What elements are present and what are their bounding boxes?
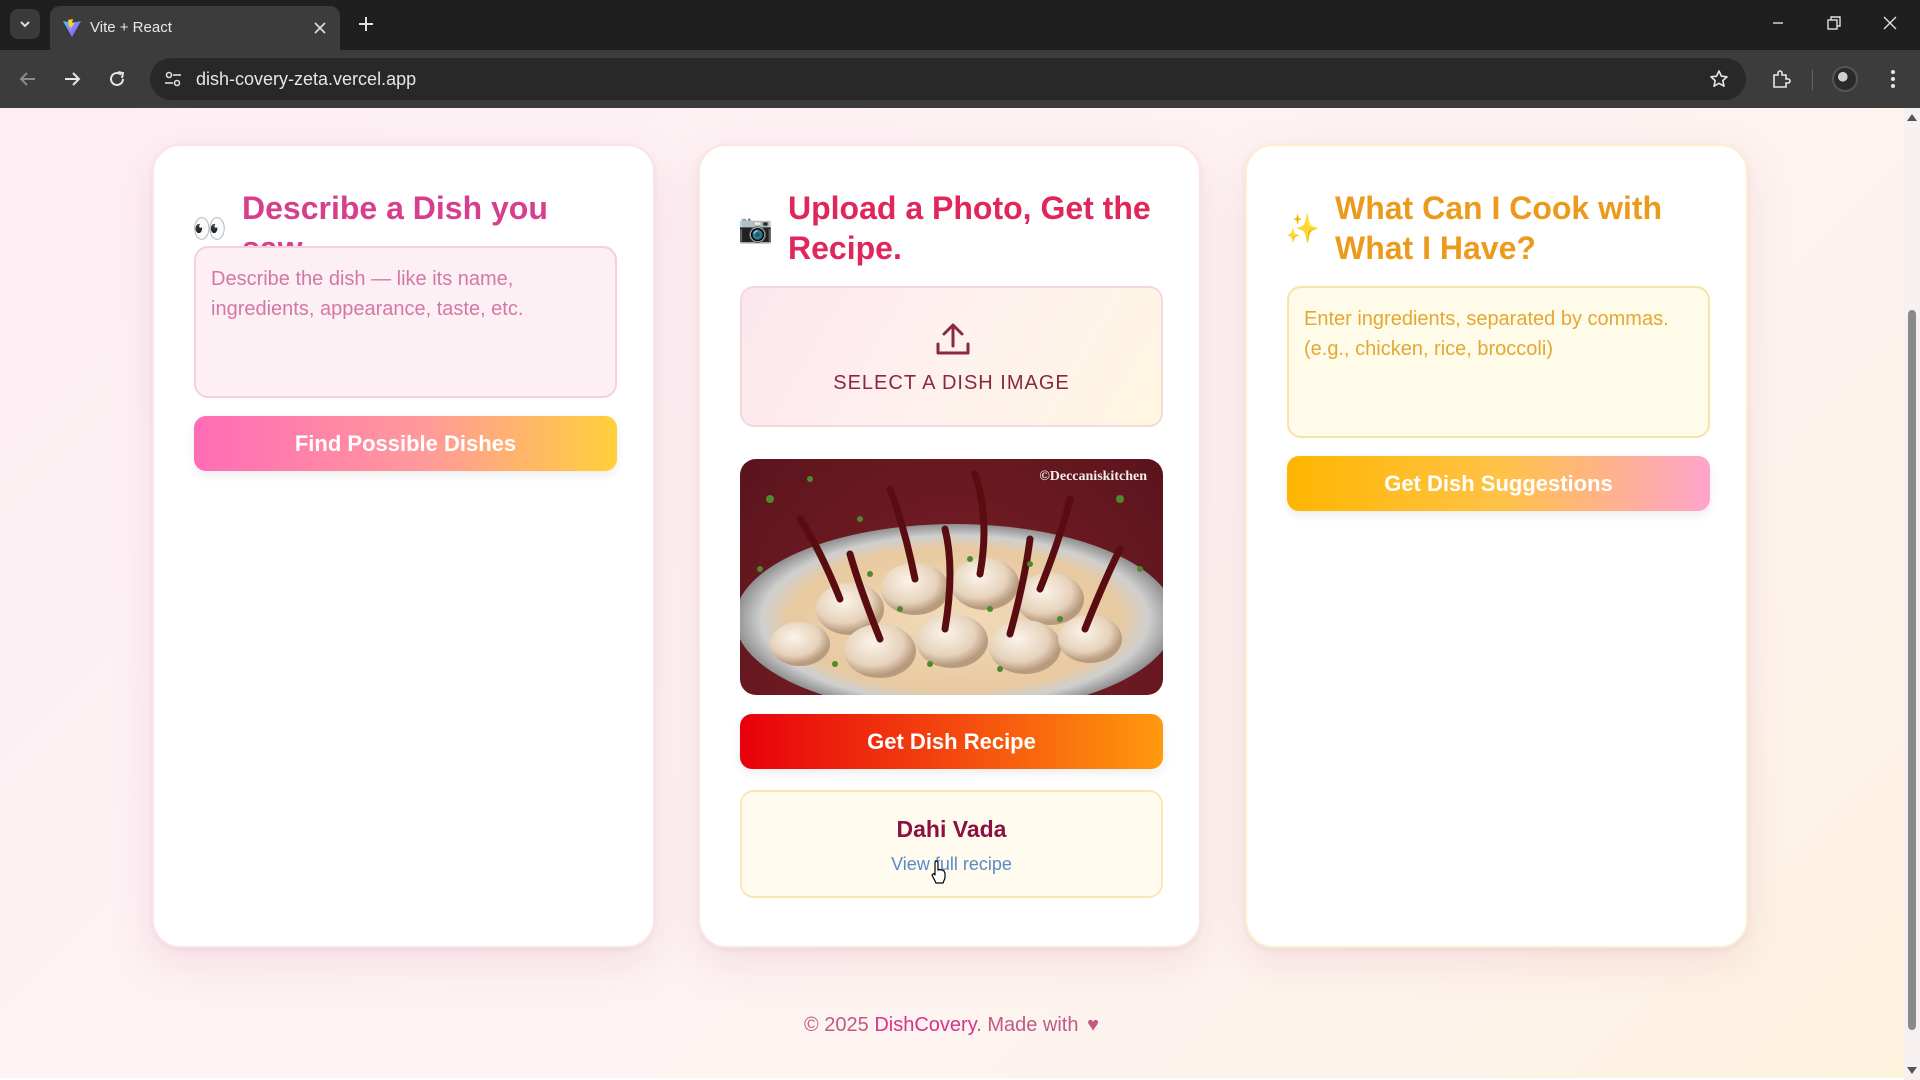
browser-tab[interactable]: Vite + React <box>50 6 340 50</box>
upload-photo-card: 📷 Upload a Photo, Get the Recipe. SELECT… <box>698 144 1201 948</box>
tab-search-button[interactable] <box>10 9 40 39</box>
close-tab-button[interactable] <box>308 16 332 40</box>
vite-favicon-icon <box>63 19 81 37</box>
scrollbar-thumb[interactable] <box>1908 310 1916 1030</box>
bookmark-star-icon <box>1710 70 1728 87</box>
forward-button[interactable] <box>56 63 88 95</box>
view-full-recipe-link[interactable]: View full recipe <box>742 854 1161 875</box>
close-icon <box>314 22 326 34</box>
site-info-icon <box>165 71 181 87</box>
select-dish-image-label: SELECT A DISH IMAGE <box>833 372 1070 394</box>
ingredients-card-title: What Can I Cook with What I Have? <box>1335 190 1663 266</box>
describe-dish-card: 👀 Describe a Dish you saw. Find Possible… <box>152 144 655 948</box>
close-icon <box>1883 16 1897 30</box>
browser-titlebar: Vite + React <box>0 0 1920 50</box>
heart-icon: ♥ <box>1087 1014 1099 1036</box>
ingredients-input[interactable] <box>1287 286 1710 438</box>
plus-icon <box>359 17 373 31</box>
get-dish-recipe-button[interactable]: Get Dish Recipe <box>740 714 1163 769</box>
browser-toolbar: dish-covery-zeta.vercel.app <box>0 50 1920 108</box>
close-window-button[interactable] <box>1870 8 1910 38</box>
get-dish-suggestions-button[interactable]: Get Dish Suggestions <box>1287 456 1710 511</box>
camera-icon: 📷 <box>738 212 773 244</box>
select-dish-image-dropzone[interactable]: SELECT A DISH IMAGE <box>740 286 1163 427</box>
reload-button[interactable] <box>101 63 133 95</box>
back-icon <box>19 72 35 86</box>
upload-card-title: Upload a Photo, Get the Recipe. <box>788 190 1151 266</box>
scroll-up-arrow-icon[interactable] <box>1907 114 1917 121</box>
bookmark-button[interactable] <box>1706 66 1732 92</box>
address-bar[interactable]: dish-covery-zeta.vercel.app <box>150 58 1746 100</box>
upload-card-header: 📷 Upload a Photo, Get the Recipe. <box>738 188 1169 268</box>
site-info-button[interactable] <box>160 66 186 92</box>
chevron-down-icon <box>20 21 30 28</box>
restore-button[interactable] <box>1814 8 1854 38</box>
scroll-down-arrow-icon[interactable] <box>1907 1067 1917 1074</box>
footer-copyright: © 2025 <box>803 1014 869 1036</box>
reload-icon <box>110 71 125 86</box>
result-dish-name: Dahi Vada <box>896 816 1007 842</box>
describe-dish-input[interactable] <box>194 246 617 398</box>
ingredients-card: ✨ What Can I Cook with What I Have? Get … <box>1245 144 1748 948</box>
find-possible-dishes-button[interactable]: Find Possible Dishes <box>194 416 617 471</box>
restore-icon <box>1827 16 1841 30</box>
page-scrollbar[interactable] <box>1904 108 1920 1080</box>
footer-made-with: . Made with <box>976 1014 1079 1036</box>
recipe-result-card: Dahi Vada View full recipe <box>740 790 1163 898</box>
sparkles-icon: ✨ <box>1285 212 1320 244</box>
extensions-icon <box>1773 70 1791 88</box>
page-viewport: 👀 Describe a Dish you saw. Find Possible… <box>0 108 1904 1078</box>
dahi-vada-photo <box>740 470 1163 695</box>
page-footer: © 2025 DishCovery. Made with ♥ <box>0 1014 1904 1037</box>
photo-watermark: ©Deccaniskitchen <box>1039 469 1147 484</box>
footer-brand: DishCovery <box>874 1014 977 1036</box>
ingredients-card-header: ✨ What Can I Cook with What I Have? <box>1285 188 1716 268</box>
minimize-icon <box>1773 22 1783 24</box>
new-tab-button[interactable] <box>352 10 380 38</box>
extensions-button[interactable] <box>1765 63 1797 95</box>
browser-menu-button[interactable] <box>1877 63 1909 95</box>
profile-avatar[interactable] <box>1832 66 1858 92</box>
upload-icon <box>936 323 970 355</box>
minimize-button[interactable] <box>1758 8 1798 38</box>
url-text: dish-covery-zeta.vercel.app <box>196 69 417 89</box>
eyes-icon: 👀 <box>192 212 227 244</box>
tab-title: Vite + React <box>90 19 172 36</box>
menu-icon <box>1891 70 1895 88</box>
toolbar-separator <box>1812 70 1813 90</box>
back-button[interactable] <box>12 63 44 95</box>
dish-preview-image: ©Deccaniskitchen <box>740 459 1163 695</box>
forward-icon <box>65 72 81 86</box>
